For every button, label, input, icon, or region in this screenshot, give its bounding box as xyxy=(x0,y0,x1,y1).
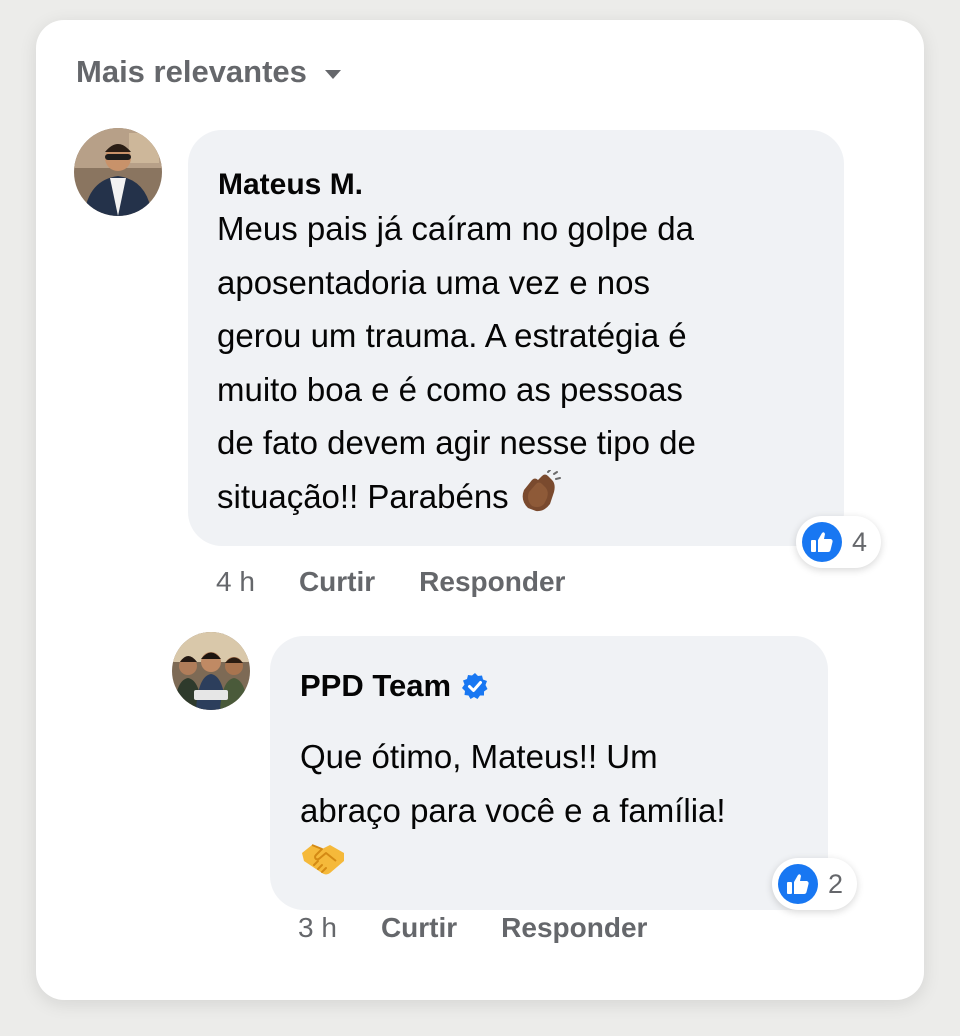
comment-line: muito boa e é como as pessoas xyxy=(217,370,683,408)
comment-text: Meus pais já caíram no golpe da aposenta… xyxy=(217,202,696,528)
like-button[interactable]: Curtir xyxy=(381,912,457,944)
comment-bubble: Mateus M. Meus pais já caíram no golpe d… xyxy=(188,130,844,546)
sort-dropdown[interactable]: Mais relevantes xyxy=(76,54,341,90)
reaction-badge[interactable]: 4 xyxy=(796,516,882,568)
verified-badge-icon xyxy=(461,672,489,700)
like-button[interactable]: Curtir xyxy=(299,566,375,598)
comments-card: Mais relevantes Mateus M. Meus pais já c… xyxy=(36,20,924,1000)
comment-line-emoji xyxy=(300,838,726,895)
sort-label: Mais relevantes xyxy=(76,54,307,89)
reply-actions: 3 h Curtir Responder xyxy=(298,912,691,944)
clapping-hands-icon xyxy=(518,469,562,528)
avatar[interactable] xyxy=(172,632,250,710)
reply-button[interactable]: Responder xyxy=(501,912,647,944)
author-name: Mateus M. xyxy=(218,168,364,201)
comment-author[interactable]: Mateus M. xyxy=(218,168,363,202)
comment-line: Meus pais já caíram no golpe da xyxy=(217,210,694,247)
like-icon xyxy=(778,864,818,904)
comment-line-last: situação!! Parabéns xyxy=(217,469,696,528)
handshake-icon xyxy=(300,839,346,895)
avatar[interactable] xyxy=(74,128,162,216)
reaction-count: 2 xyxy=(828,868,844,899)
comment-line: abraço para você e a família! xyxy=(300,792,726,829)
comment-text: Que ótimo, Mateus!! Um abraço para você … xyxy=(300,730,726,895)
comment-timestamp: 3 h xyxy=(298,912,337,943)
comment-line: aposentadoria uma vez e nos xyxy=(217,263,650,301)
like-icon xyxy=(802,522,842,562)
chevron-down-icon xyxy=(324,69,341,79)
comment-line: de fato devem agir nesse tipo de xyxy=(217,424,696,461)
reaction-badge[interactable]: 2 xyxy=(772,858,858,910)
author-name: PPD Team xyxy=(300,668,452,703)
comment-timestamp: 4 h xyxy=(216,566,255,597)
comment-line: situação!! Parabéns xyxy=(217,477,509,515)
comment-author[interactable]: PPD Team xyxy=(300,668,489,704)
reaction-count: 4 xyxy=(852,526,868,557)
reply-button[interactable]: Responder xyxy=(419,566,565,598)
reply-bubble: PPD Team Que ótimo, Mateus!! Um abraço p… xyxy=(270,636,828,910)
comment-line: Que ótimo, Mateus!! Um xyxy=(300,738,658,775)
comment-line: gerou um trauma. A estratégia é xyxy=(217,317,687,354)
comment-actions: 4 h Curtir Responder xyxy=(216,566,609,598)
